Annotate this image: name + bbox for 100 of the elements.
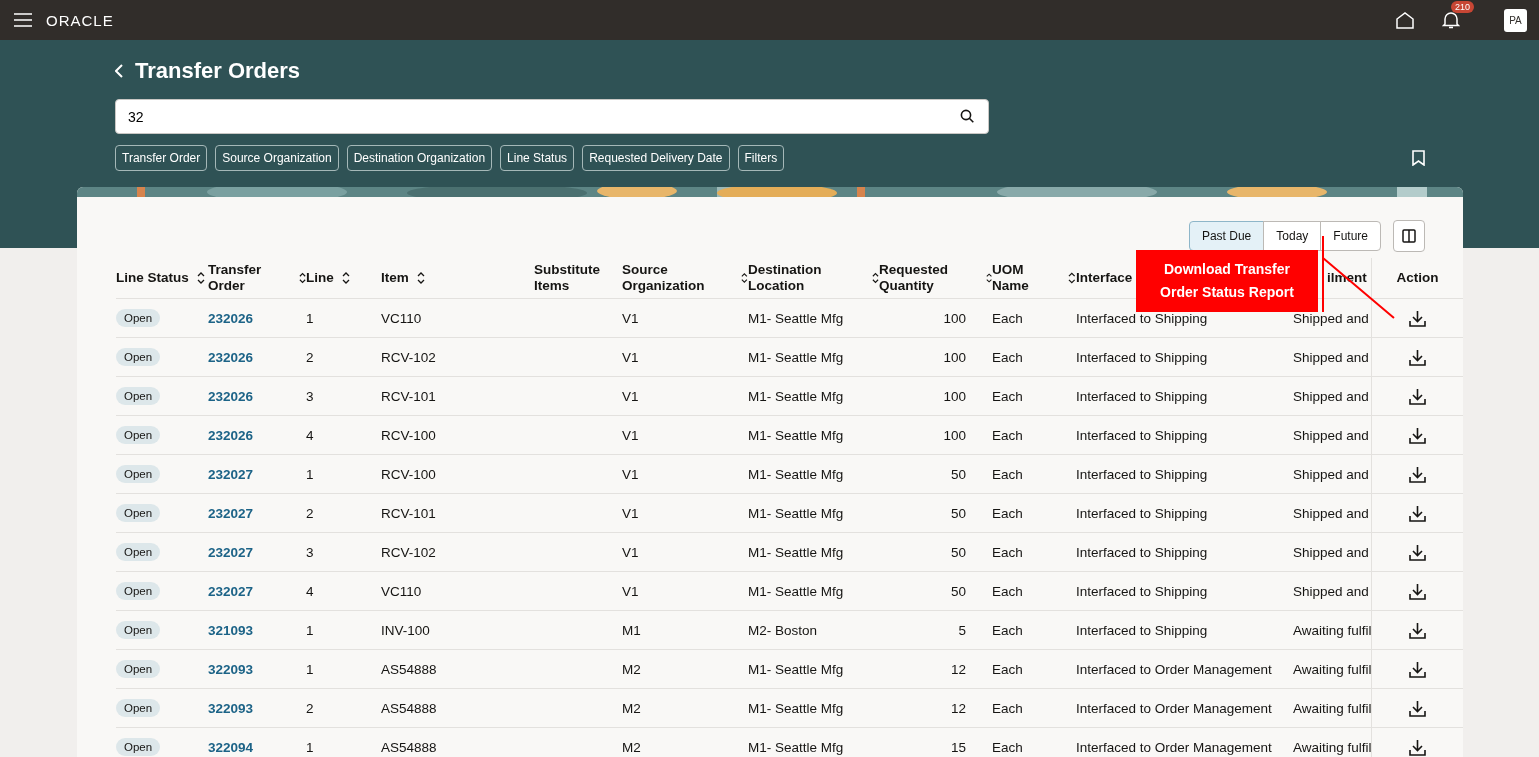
home-icon[interactable] [1396,11,1414,29]
filter-chip[interactable]: Transfer Order [115,145,208,171]
table-cell: Each [992,427,1023,443]
bell-icon[interactable] [1442,11,1460,29]
table-cell: 2 [306,700,314,716]
table-cell: Each [992,661,1023,677]
sort-icon[interactable] [196,272,205,284]
sort-icon[interactable] [416,272,425,284]
order-link[interactable]: 232027 [208,583,254,599]
table-cell: 5 [958,622,966,638]
table-cell: Shipped and [1293,427,1369,443]
order-link[interactable]: 232027 [208,466,254,482]
table-cell: Shipped and [1293,349,1369,365]
table-cell: M1- Seattle Mfg [748,583,844,599]
table-cell: RCV-101 [381,388,436,404]
date-filter-button[interactable]: Future [1320,221,1381,251]
download-icon[interactable] [1409,465,1426,483]
column-header[interactable]: Destination Location [748,262,865,294]
order-link[interactable]: 232026 [208,388,254,404]
download-icon[interactable] [1409,660,1426,678]
bookmark-icon[interactable] [1412,150,1425,166]
table-cell: VC110 [381,310,422,326]
table-cell: Each [992,583,1023,599]
column-header[interactable]: Line Status [116,270,189,286]
columns-icon [1402,229,1416,243]
search-field[interactable]: 32 [115,99,989,134]
order-link[interactable]: 232026 [208,427,254,443]
order-link[interactable]: 321093 [208,622,254,638]
table-cell: 50 [950,466,966,482]
column-header[interactable]: Item [381,270,409,286]
order-link[interactable]: 232027 [208,544,254,560]
sort-icon[interactable] [1068,272,1076,284]
date-filter-button[interactable]: Today [1263,221,1322,251]
table-cell: AS54888 [381,739,437,755]
column-header[interactable]: UOM Name [992,262,1061,294]
back-icon[interactable] [115,64,123,78]
table-cell: 50 [950,544,966,560]
table-cell: M1- Seattle Mfg [748,310,844,326]
user-avatar[interactable]: PA [1504,8,1527,32]
status-badge: Open [116,387,161,405]
table-cell: Each [992,622,1023,638]
table-cell: M1- Seattle Mfg [748,661,844,677]
filter-chip[interactable]: Filters [737,145,785,171]
table-cell: Shipped and [1293,310,1369,326]
filter-chip[interactable]: Line Status [500,145,575,171]
table-cell: V1 [622,583,639,599]
sort-icon[interactable] [741,272,748,284]
search-icon[interactable] [960,109,974,123]
status-badge: Open [116,504,161,522]
table-cell: Each [992,739,1023,755]
download-icon[interactable] [1409,543,1426,561]
table-cell: Awaiting fulfil [1293,622,1372,638]
download-icon[interactable] [1409,426,1426,444]
filter-chip[interactable]: Source Organization [215,145,339,171]
order-link[interactable]: 322094 [208,739,254,755]
download-icon[interactable] [1409,348,1426,366]
column-header[interactable]: Transfer Order [208,262,291,294]
table-cell: M1- Seattle Mfg [748,544,844,560]
download-icon[interactable] [1409,504,1426,522]
column-header[interactable]: Requested Quantity [879,262,978,294]
order-link[interactable]: 232026 [208,310,254,326]
table-cell: Interfaced to Order Management [1076,661,1272,677]
table-cell: Shipped and [1293,583,1369,599]
sort-icon[interactable] [872,272,879,284]
table-cell: Interfaced to Shipping [1076,427,1208,443]
sort-icon[interactable] [985,272,992,284]
table-cell: Interfaced to Shipping [1076,310,1208,326]
download-icon[interactable] [1409,309,1426,327]
order-link[interactable]: 232026 [208,349,254,365]
table-cell: Interfaced to Order Management [1076,739,1272,755]
column-header[interactable]: Line [306,270,334,286]
order-link[interactable]: 232027 [208,505,254,521]
order-link[interactable]: 322093 [208,700,254,716]
menu-icon[interactable] [14,13,32,27]
columns-button[interactable] [1393,220,1425,252]
filter-chip[interactable]: Requested Delivery Date [582,145,730,171]
status-badge: Open [116,465,161,483]
table-cell: Each [992,544,1023,560]
table-cell: V1 [622,349,639,365]
sort-icon[interactable] [298,272,306,284]
table-cell: M2- Boston [748,622,818,638]
download-icon[interactable] [1409,621,1426,639]
table-cell: RCV-100 [381,427,436,443]
sort-icon[interactable] [341,272,350,284]
filter-chip[interactable]: Destination Organization [346,145,493,171]
table-cell: 100 [943,349,966,365]
download-icon[interactable] [1409,738,1426,756]
table-cell: 50 [950,505,966,521]
table-cell: M2 [622,661,641,677]
column-header[interactable]: Source Organization [622,262,734,294]
table-cell: 4 [306,427,314,443]
table-cell: Each [992,349,1023,365]
download-icon[interactable] [1409,582,1426,600]
download-icon[interactable] [1409,699,1426,717]
table-cell: RCV-101 [381,505,436,521]
download-icon[interactable] [1409,387,1426,405]
date-filter-button[interactable]: Past Due [1188,221,1265,251]
table-cell: Interfaced to Shipping [1076,466,1208,482]
table-cell: V1 [622,310,639,326]
order-link[interactable]: 322093 [208,661,254,677]
